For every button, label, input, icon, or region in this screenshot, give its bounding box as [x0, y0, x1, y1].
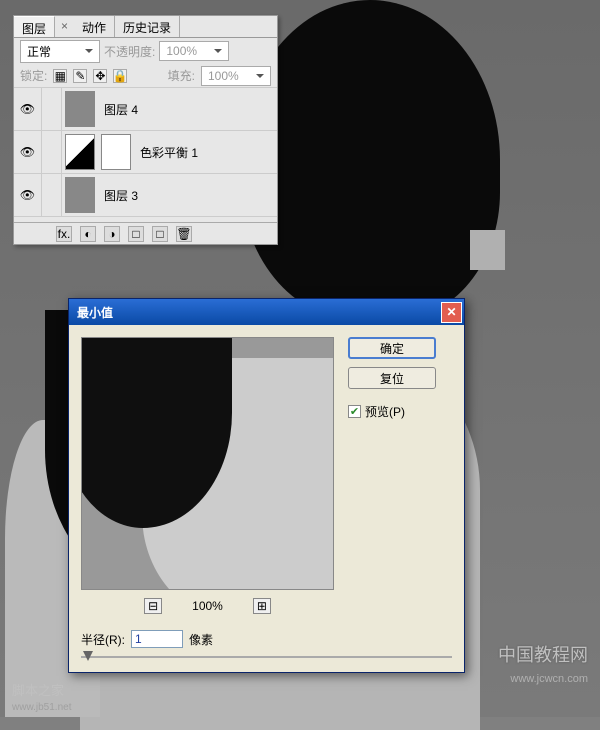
preview-checkbox[interactable]: ✔	[348, 405, 361, 418]
layer-thumbnail[interactable]	[65, 177, 95, 213]
visibility-toggle[interactable]: 👁	[14, 131, 42, 173]
fx-icon[interactable]: fx.	[56, 226, 72, 242]
watermark: 脚本之家	[12, 680, 64, 699]
tab-layers[interactable]: 图层	[14, 16, 55, 37]
opacity-input[interactable]: 100%	[159, 41, 229, 61]
layer-thumbnail[interactable]	[65, 91, 95, 127]
dialog-title: 最小值	[77, 304, 113, 321]
dialog-title-bar[interactable]: 最小值 ✕	[69, 299, 464, 325]
layer-name[interactable]: 图层 3	[98, 187, 138, 204]
link-col[interactable]	[42, 88, 62, 130]
adjustment-icon[interactable]: ◑	[104, 226, 120, 242]
mask-icon[interactable]: ◐	[80, 226, 96, 242]
fill-input[interactable]: 100%	[201, 66, 271, 86]
tab-close-icon[interactable]: ×	[55, 16, 74, 37]
cancel-button[interactable]: 复位	[348, 367, 436, 389]
layers-panel: 图层 × 动作 历史记录 正常 不透明度: 100% 锁定: ▦ ✎ ✥ 🔒 填…	[13, 15, 278, 245]
layer-list: 👁 图层 4 👁 色彩平衡 1 👁 图层 3	[14, 88, 277, 222]
mask-thumbnail[interactable]	[101, 134, 131, 170]
visibility-toggle[interactable]: 👁	[14, 88, 42, 130]
folder-icon[interactable]: □	[128, 226, 144, 242]
slider-thumb[interactable]	[83, 651, 93, 661]
layer-name[interactable]: 色彩平衡 1	[134, 144, 198, 161]
opacity-label: 不透明度:	[104, 43, 155, 60]
watermark: www.jcwcn.com	[510, 673, 588, 685]
lock-label: 锁定:	[20, 67, 47, 84]
minimum-filter-dialog: 最小值 ✕ ⊟ 100% ⊞ 确定 复位 ✔ 预览(P) 半径(R): 像素	[68, 298, 465, 673]
preview-label: 预览(P)	[365, 403, 405, 420]
zoom-in-button[interactable]: ⊞	[253, 598, 271, 614]
layer-row[interactable]: 👁 图层 3	[14, 174, 277, 217]
layer-name[interactable]: 图层 4	[98, 101, 138, 118]
radius-label: 半径(R):	[81, 631, 125, 648]
fill-label: 填充:	[168, 67, 195, 84]
lock-brush-icon[interactable]: ✎	[73, 69, 87, 83]
close-icon: ✕	[446, 305, 456, 319]
ok-button[interactable]: 确定	[348, 337, 436, 359]
watermark: www.jb51.net	[12, 702, 71, 713]
eye-icon: 👁	[20, 188, 35, 202]
preview-area[interactable]	[81, 337, 334, 590]
chevron-down-icon	[85, 49, 93, 53]
chevron-down-icon	[214, 49, 222, 53]
opacity-value: 100%	[166, 44, 197, 58]
fill-value: 100%	[208, 69, 239, 83]
tab-actions[interactable]: 动作	[74, 16, 115, 37]
lock-all-icon[interactable]: 🔒	[113, 69, 127, 83]
radius-input[interactable]	[131, 630, 183, 648]
lock-transparent-icon[interactable]: ▦	[53, 69, 67, 83]
blend-mode-select[interactable]: 正常	[20, 40, 100, 63]
zoom-value: 100%	[192, 599, 223, 613]
close-button[interactable]: ✕	[441, 302, 462, 323]
chevron-down-icon	[256, 74, 264, 78]
layer-row[interactable]: 👁 图层 4	[14, 88, 277, 131]
blend-mode-value: 正常	[27, 43, 51, 60]
zoom-out-button[interactable]: ⊟	[144, 598, 162, 614]
visibility-toggle[interactable]: 👁	[14, 174, 42, 216]
tab-bar: 图层 × 动作 历史记录	[14, 16, 277, 38]
eye-icon: 👁	[20, 102, 35, 116]
link-col[interactable]	[42, 174, 62, 216]
link-col[interactable]	[42, 131, 62, 173]
trash-icon[interactable]: 🗑	[176, 226, 192, 242]
eye-icon: 👁	[20, 145, 35, 159]
layer-row[interactable]: 👁 色彩平衡 1	[14, 131, 277, 174]
new-layer-icon[interactable]: □	[152, 226, 168, 242]
adjustment-thumbnail[interactable]	[65, 134, 95, 170]
radius-unit: 像素	[189, 631, 213, 648]
layers-bottom-bar: fx. ◐ ◑ □ □ 🗑	[14, 222, 277, 244]
radius-slider[interactable]	[81, 656, 452, 658]
lock-move-icon[interactable]: ✥	[93, 69, 107, 83]
tab-history[interactable]: 历史记录	[115, 16, 180, 37]
watermark: 中国教程网	[498, 641, 588, 667]
